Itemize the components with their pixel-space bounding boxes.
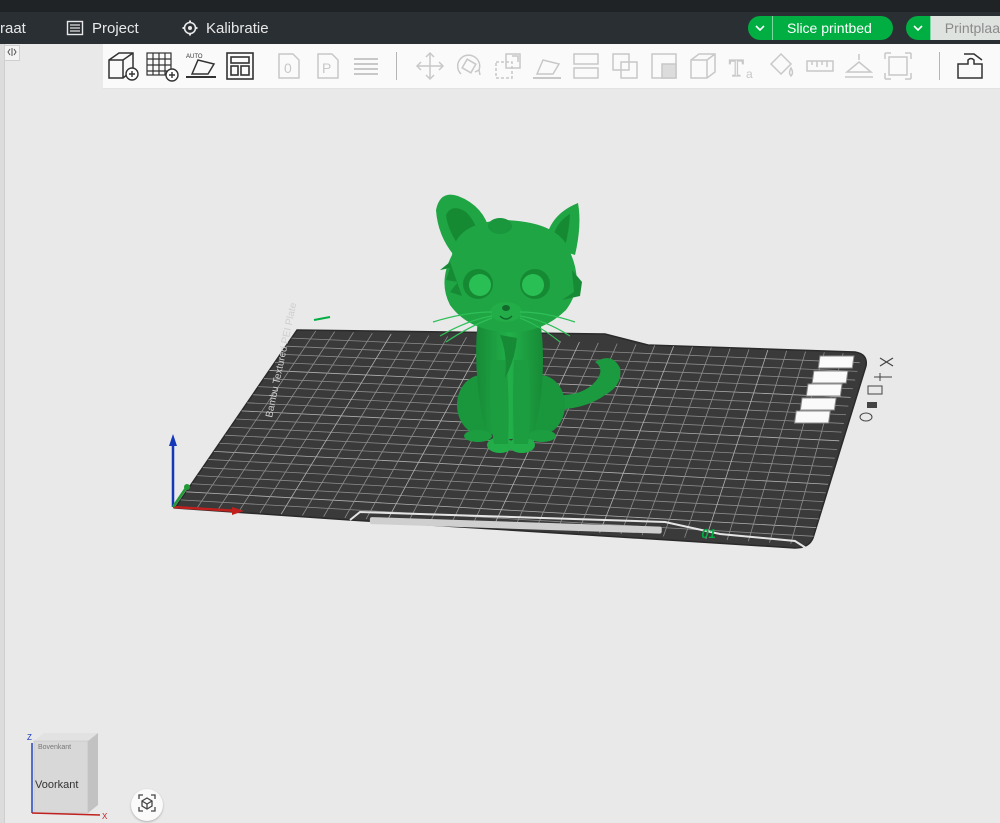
- plate-corner-marker: [313, 316, 331, 321]
- cut-button[interactable]: [569, 49, 603, 83]
- boolean-icon: [609, 50, 641, 82]
- cube-x-label: X: [102, 812, 108, 821]
- cube-top-face[interactable]: [34, 733, 98, 741]
- rotate-icon: [453, 50, 485, 82]
- cube-top-label: Bovenkant: [38, 744, 71, 751]
- cut-connector-icon: [648, 50, 680, 82]
- mesh-boolean-icon: [687, 50, 719, 82]
- scale-button[interactable]: [491, 49, 525, 83]
- zoom-to-fit-button[interactable]: [131, 789, 163, 821]
- svg-text:a: a: [746, 67, 753, 81]
- variable-height-button[interactable]: [953, 49, 987, 83]
- layers-icon: [351, 51, 381, 81]
- scale-icon: [492, 50, 524, 82]
- text-icon: Ta: [726, 50, 758, 82]
- auto-orient-button[interactable]: AUTO: [184, 49, 218, 83]
- paint-button[interactable]: [764, 49, 798, 83]
- fit-view-icon: [137, 793, 157, 818]
- add-plate-button[interactable]: [145, 49, 179, 83]
- mesh-boolean-button[interactable]: [686, 49, 720, 83]
- paint-bucket-icon: [765, 50, 797, 82]
- split-parts-icon: P: [312, 51, 342, 81]
- split-parts-button[interactable]: P: [310, 49, 344, 83]
- layers-button[interactable]: [349, 49, 383, 83]
- lay-on-face-button[interactable]: [530, 49, 564, 83]
- cut-connector-button[interactable]: [647, 49, 681, 83]
- svg-text:AUTO: AUTO: [186, 54, 203, 60]
- puzzle-icon: [954, 50, 986, 82]
- text-button[interactable]: Ta: [725, 49, 759, 83]
- svg-text:0: 0: [284, 60, 292, 76]
- toolbar-separator: [939, 52, 940, 80]
- move-icon: [414, 50, 446, 82]
- svg-text:P: P: [322, 60, 331, 76]
- add-object-button[interactable]: [106, 49, 140, 83]
- boolean-button[interactable]: [608, 49, 642, 83]
- cube-z-label: Z: [27, 733, 32, 742]
- rotate-button[interactable]: [452, 49, 486, 83]
- arrange-icon: [224, 50, 256, 82]
- measure-button[interactable]: [803, 49, 837, 83]
- cube-side-face[interactable]: [88, 733, 98, 813]
- auto-orient-icon: AUTO: [184, 50, 218, 82]
- arrange-button[interactable]: [223, 49, 257, 83]
- cube-x-axis: [31, 812, 101, 816]
- lay-on-face-icon: [531, 50, 563, 82]
- fit-button[interactable]: [881, 49, 915, 83]
- toolbar-separator: [396, 52, 397, 80]
- svg-text:T: T: [729, 56, 744, 82]
- add-cube-icon: [106, 50, 140, 82]
- move-button[interactable]: [413, 49, 447, 83]
- cube-front-face[interactable]: [33, 740, 89, 814]
- 3d-viewport[interactable]: Bambu Textured PEI Plate 01: [0, 0, 1000, 823]
- view-cube[interactable]: Bovenkant Voorkant Z X: [18, 733, 110, 821]
- add-grid-icon: [145, 50, 179, 82]
- split-objects-button[interactable]: 0: [271, 49, 305, 83]
- main-toolbar: AUTO 0 P Ta: [103, 44, 1000, 89]
- cube-front-label: Voorkant: [35, 779, 78, 791]
- ruler-icon: [804, 50, 836, 82]
- split-objects-icon: 0: [273, 51, 303, 81]
- assembly-button[interactable]: [842, 49, 876, 83]
- assembly-icon: [843, 50, 875, 82]
- fit-icon: [882, 50, 914, 82]
- cut-icon: [570, 50, 602, 82]
